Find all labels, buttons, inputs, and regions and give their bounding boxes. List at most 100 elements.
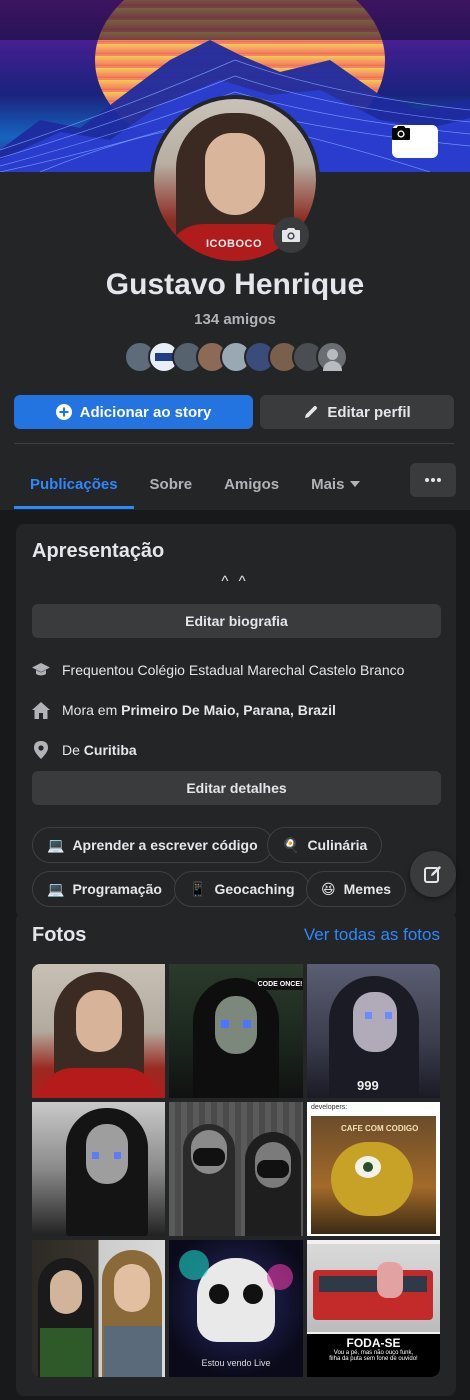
photo-splash — [267, 1264, 293, 1290]
home-icon — [32, 701, 50, 719]
edit-avatar-button[interactable] — [273, 217, 309, 253]
photo-mask — [257, 1160, 289, 1178]
pencil-icon — [305, 405, 318, 418]
photo-thumbnail[interactable] — [32, 1240, 165, 1377]
tab-label: Publicações — [30, 475, 118, 493]
tab-about[interactable]: Sobre — [134, 460, 209, 508]
photo-splash — [179, 1250, 209, 1280]
hobby-label: Geocaching — [214, 881, 295, 897]
avatar-face — [205, 133, 265, 215]
tab-label: Sobre — [149, 475, 193, 493]
photo-skull — [197, 1258, 275, 1342]
photo-sticker — [221, 1020, 229, 1028]
info-education: Frequentou Colégio Estadual Marechal Cas… — [32, 659, 404, 681]
photo-sticker — [243, 1020, 251, 1028]
default-avatar-head — [327, 349, 338, 360]
photo-caption: FODA-SE — [346, 1336, 401, 1350]
photo-face — [50, 1270, 82, 1314]
divider — [14, 443, 454, 444]
info-from-place[interactable]: Curitiba — [84, 742, 137, 758]
hobby-label: Memes — [343, 881, 392, 897]
photo-face — [76, 990, 122, 1052]
camera-icon — [282, 228, 300, 242]
hobby-label: Culinária — [307, 837, 368, 853]
phone-icon: 📱 — [189, 880, 207, 897]
edit-details-button[interactable]: Editar detalhes — [32, 771, 441, 805]
photo-mask — [193, 1148, 225, 1166]
tab-label: Amigos — [224, 475, 280, 493]
photo-pupil — [363, 1162, 373, 1172]
photo-thumbnail[interactable]: Estou vendo Live — [169, 1240, 303, 1377]
laughing-face-icon: 😆 — [321, 880, 336, 897]
hobby-chip[interactable]: 📱 Geocaching — [174, 871, 310, 907]
hobby-label: Aprender a escrever código — [72, 837, 258, 853]
info-lives-in: Mora em Primeiro De Maio, Parana, Brazil — [32, 699, 336, 721]
intro-title: Apresentação — [32, 540, 165, 562]
photo-creature — [331, 1142, 413, 1216]
photo-thumbnail[interactable]: 999 — [307, 964, 440, 1098]
photo-caption: CAFE COM CODIGO — [341, 1124, 419, 1133]
default-avatar-body — [323, 361, 342, 371]
avatar-shirt-text: ICOBOCO — [206, 238, 263, 250]
friends-count[interactable]: 134 amigos — [0, 311, 470, 328]
photo-sticker — [365, 1012, 372, 1019]
photos-grid: CODE ONCE! 999 developers: CAFE COM CODI… — [32, 964, 440, 1377]
edit-bio-button[interactable]: Editar biografia — [32, 604, 441, 638]
photo-caption: filha da puta sem fone de ouvido! — [329, 1356, 418, 1362]
photo-thumbnail[interactable]: developers: CAFE COM CODIGO — [307, 1102, 440, 1236]
hobby-chip[interactable]: 💻 Aprender a escrever código — [32, 827, 273, 863]
photo-caption: 999 — [357, 1078, 379, 1093]
info-from-prefix: De — [62, 742, 84, 758]
compose-button[interactable] — [410, 851, 456, 897]
edit-profile-button[interactable]: Editar perfil — [260, 395, 454, 429]
photo-caption: developers: — [311, 1104, 348, 1111]
graduation-cap-icon — [32, 661, 50, 679]
add-to-story-label: Adicionar ao story — [79, 403, 212, 421]
tab-more[interactable]: Mais — [295, 460, 376, 508]
camera-icon — [392, 126, 410, 140]
photo-image: CAFE COM CODIGO — [311, 1116, 436, 1234]
plus-circle-icon — [55, 404, 72, 420]
photo-caption: Estou vendo Live — [201, 1358, 271, 1368]
photo-shirt — [42, 1068, 156, 1098]
photo-thumbnail[interactable] — [32, 1102, 165, 1236]
photo-bus-window — [319, 1276, 427, 1292]
tab-label: Mais — [311, 475, 345, 493]
profile-tabs: Publicações Sobre Amigos Mais — [14, 460, 376, 510]
edit-cover-button[interactable] — [392, 125, 438, 158]
photo-armor — [40, 1328, 92, 1377]
laptop-icon: 💻 — [47, 880, 65, 897]
location-pin-icon — [32, 741, 50, 759]
info-lives-in-place[interactable]: Primeiro De Maio, Parana, Brazil — [121, 702, 336, 718]
friends-avatar-stack[interactable] — [124, 341, 348, 373]
cooking-icon: 🍳 — [282, 836, 300, 853]
photo-thumbnail[interactable] — [169, 1102, 303, 1236]
edit-profile-label: Editar perfil — [327, 403, 411, 421]
hobby-chip[interactable]: 💻 Programação — [32, 871, 177, 907]
tab-posts[interactable]: Publicações — [14, 460, 134, 509]
photo-thumbnail[interactable] — [32, 964, 165, 1098]
info-from: De Curitiba — [32, 739, 137, 761]
see-all-photos-link[interactable]: Ver todas as fotos — [304, 925, 440, 945]
photo-thumbnail[interactable]: CODE ONCE! — [169, 964, 303, 1098]
hobby-label: Programação — [72, 881, 162, 897]
news-logo — [155, 353, 173, 361]
photo-thumbnail[interactable]: FODA-SE Vou a pé, mas não ouço funk, fil… — [307, 1240, 440, 1377]
ellipsis-icon — [425, 478, 441, 482]
hobby-chip[interactable]: 🍳 Culinária — [267, 827, 383, 863]
photo-caption: CODE ONCE! — [257, 978, 303, 990]
tab-friends[interactable]: Amigos — [208, 460, 295, 508]
hobby-chip[interactable]: 😆 Memes — [306, 871, 407, 907]
photos-title: Fotos — [32, 924, 87, 946]
profile-name: Gustavo Henrique — [105, 268, 365, 301]
photo-image — [307, 1244, 440, 1332]
photo-eye — [243, 1284, 263, 1304]
laptop-icon: 💻 — [47, 836, 65, 853]
photo-sticker — [114, 1152, 121, 1159]
friend-avatar[interactable] — [316, 341, 348, 373]
add-to-story-button[interactable]: Adicionar ao story — [14, 395, 253, 429]
photo-caption-bar: FODA-SE Vou a pé, mas não ouço funk, fil… — [307, 1334, 440, 1377]
info-lives-in-prefix: Mora em — [62, 702, 122, 718]
photo-eye — [209, 1284, 229, 1304]
more-options-button[interactable] — [410, 463, 456, 497]
